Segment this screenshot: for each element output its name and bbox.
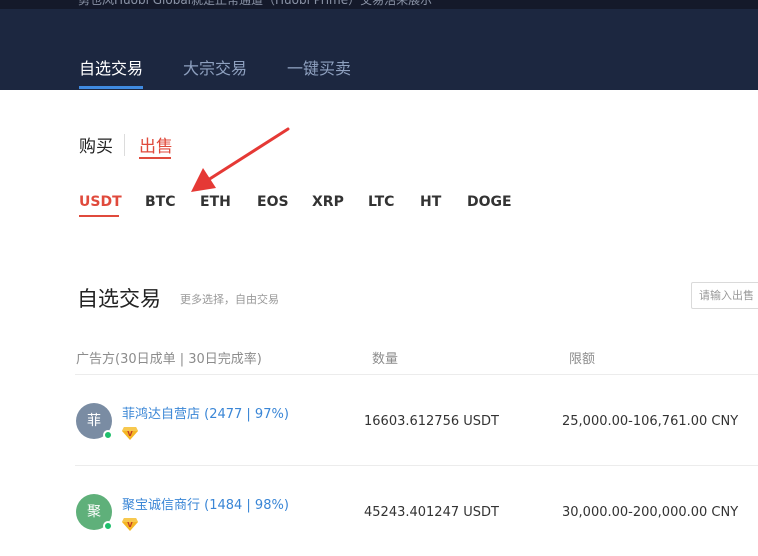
header-bar: 自选交易 大宗交易 一键买卖 <box>0 9 758 90</box>
avatar: 聚 <box>76 494 113 531</box>
tab-block-trade[interactable]: 大宗交易 <box>183 55 247 79</box>
avatar-initial: 菲 <box>87 413 101 429</box>
online-status-icon <box>103 430 113 440</box>
amount-cell: 45243.401247 USDT <box>364 505 499 520</box>
buy-toggle[interactable]: 购买 <box>79 132 113 157</box>
coin-tab-xrp[interactable]: XRP <box>312 194 344 210</box>
top-notice-bar: 勇也风Huobi Global就是正常通道（Huobi Prime）交易活来展示 <box>0 0 758 9</box>
coin-tab-ht[interactable]: HT <box>420 194 441 210</box>
header-amount: 数量 <box>372 352 399 367</box>
diamond-v-icon: V <box>122 518 138 531</box>
avatar: 菲 <box>76 403 113 440</box>
header-advertiser: 广告方(30日成单 | 30日完成率) <box>76 352 262 367</box>
coin-tab-doge[interactable]: DOGE <box>467 194 512 210</box>
svg-text:V: V <box>127 430 133 438</box>
tab-one-click-trade[interactable]: 一键买卖 <box>287 55 351 79</box>
svg-text:V: V <box>127 521 133 529</box>
amount-cell: 16603.612756 USDT <box>364 414 499 429</box>
coin-tab-eth[interactable]: ETH <box>200 194 231 210</box>
avatar-initial: 聚 <box>87 504 101 520</box>
section-title: 自选交易 <box>77 287 161 311</box>
coin-tab-btc[interactable]: BTC <box>145 194 176 210</box>
search-input[interactable] <box>691 282 758 309</box>
sell-active-indicator <box>139 157 171 159</box>
limit-cell: 25,000.00-106,761.00 CNY <box>562 414 739 429</box>
active-coin-indicator <box>79 215 119 217</box>
table-divider <box>75 465 758 466</box>
active-tab-indicator <box>79 86 143 89</box>
buy-sell-divider <box>124 134 125 156</box>
online-status-icon <box>103 521 113 531</box>
coin-tab-usdt[interactable]: USDT <box>79 194 122 210</box>
sell-toggle[interactable]: 出售 <box>139 132 173 157</box>
coin-tab-eos[interactable]: EOS <box>257 194 289 210</box>
merchant-name-link[interactable]: 聚宝诚信商行 (1484 | 98%) <box>122 494 289 513</box>
limit-cell: 30,000.00-200,000.00 CNY <box>562 505 739 520</box>
merchant-name-link[interactable]: 菲鸿达自营店 (2477 | 97%) <box>122 403 289 422</box>
table-divider <box>75 374 758 375</box>
tab-self-select-trade[interactable]: 自选交易 <box>79 55 143 79</box>
header-limit: 限额 <box>569 352 596 367</box>
top-notice-text: 勇也风Huobi Global就是正常通道（Huobi Prime）交易活来展示 <box>78 0 433 7</box>
diamond-v-icon: V <box>122 427 138 440</box>
section-subtitle: 更多选择，自由交易 <box>180 293 279 306</box>
coin-tab-ltc[interactable]: LTC <box>368 194 394 210</box>
